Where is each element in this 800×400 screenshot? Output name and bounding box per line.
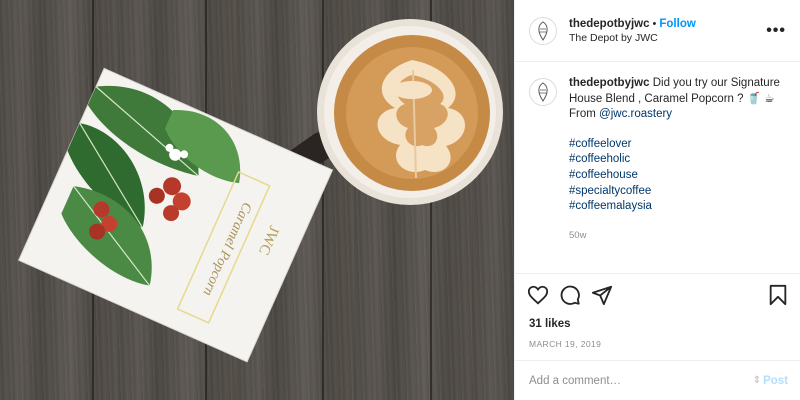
hashtag-link[interactable]: #specialtycoffee: [569, 184, 783, 200]
caption: thedepotbyjwc Did you try our Signature …: [515, 62, 800, 243]
caption-age: 50w: [569, 229, 587, 241]
post-photo[interactable]: Caramel Popcorn JWC: [0, 0, 514, 400]
caption-from: From: [569, 108, 600, 121]
hashtag-link[interactable]: #coffeemalaysia: [569, 199, 783, 215]
paper-plane-icon[interactable]: [591, 284, 613, 306]
coffee-bag: Caramel Popcorn JWC: [18, 67, 334, 363]
comment-form: ⇕ Post: [515, 360, 800, 400]
avatar[interactable]: [529, 78, 557, 106]
separator-dot: •: [652, 17, 657, 30]
cup-emoji-icon: 🥤: [746, 92, 762, 105]
hashtag-list: #coffeelover #coffeeholic #coffeehouse #…: [569, 137, 783, 215]
post-label: Post: [763, 374, 788, 387]
avatar[interactable]: [529, 16, 557, 45]
header-full-name[interactable]: The Depot by JWC: [569, 31, 766, 45]
logo-icon: [538, 82, 548, 102]
post-date: MARCH 19, 2019: [529, 339, 602, 349]
post-sidebar: thedepotbyjwc • Follow The Depot by JWC ••…: [514, 0, 800, 400]
resize-grip-icon: ⇕: [752, 375, 762, 386]
likes-count[interactable]: 31 likes: [527, 318, 788, 330]
caption-username[interactable]: thedepotbyjwc: [569, 77, 650, 89]
heart-icon[interactable]: [527, 284, 549, 306]
mention-link[interactable]: @jwc.roastery: [599, 108, 672, 120]
post-button[interactable]: ⇕ Post: [753, 375, 788, 387]
caption-body: thedepotbyjwc Did you try our Signature …: [569, 76, 783, 243]
comment-input[interactable]: [529, 374, 753, 387]
bookmark-icon[interactable]: [768, 284, 788, 306]
hashtag-link[interactable]: #coffeelover: [569, 137, 783, 153]
coffee-emoji-icon: ☕: [764, 92, 775, 105]
hashtag-link[interactable]: #coffeeholic: [569, 152, 783, 168]
header-username[interactable]: thedepotbyjwc: [569, 18, 650, 30]
instagram-post-modal: Caramel Popcorn JWC thedepotbyjwc • Follow…: [0, 0, 800, 400]
hashtag-link[interactable]: #coffeehouse: [569, 168, 783, 184]
comment-icon[interactable]: [559, 284, 581, 306]
post-header: thedepotbyjwc • Follow The Depot by JWC ••…: [515, 0, 800, 62]
action-bar: 31 likes MARCH 19, 2019: [515, 273, 800, 349]
more-options-icon[interactable]: •••: [766, 22, 786, 40]
follow-button[interactable]: Follow: [659, 18, 695, 30]
photo-illustration: Caramel Popcorn JWC: [18, 19, 503, 363]
logo-icon: [538, 20, 548, 41]
